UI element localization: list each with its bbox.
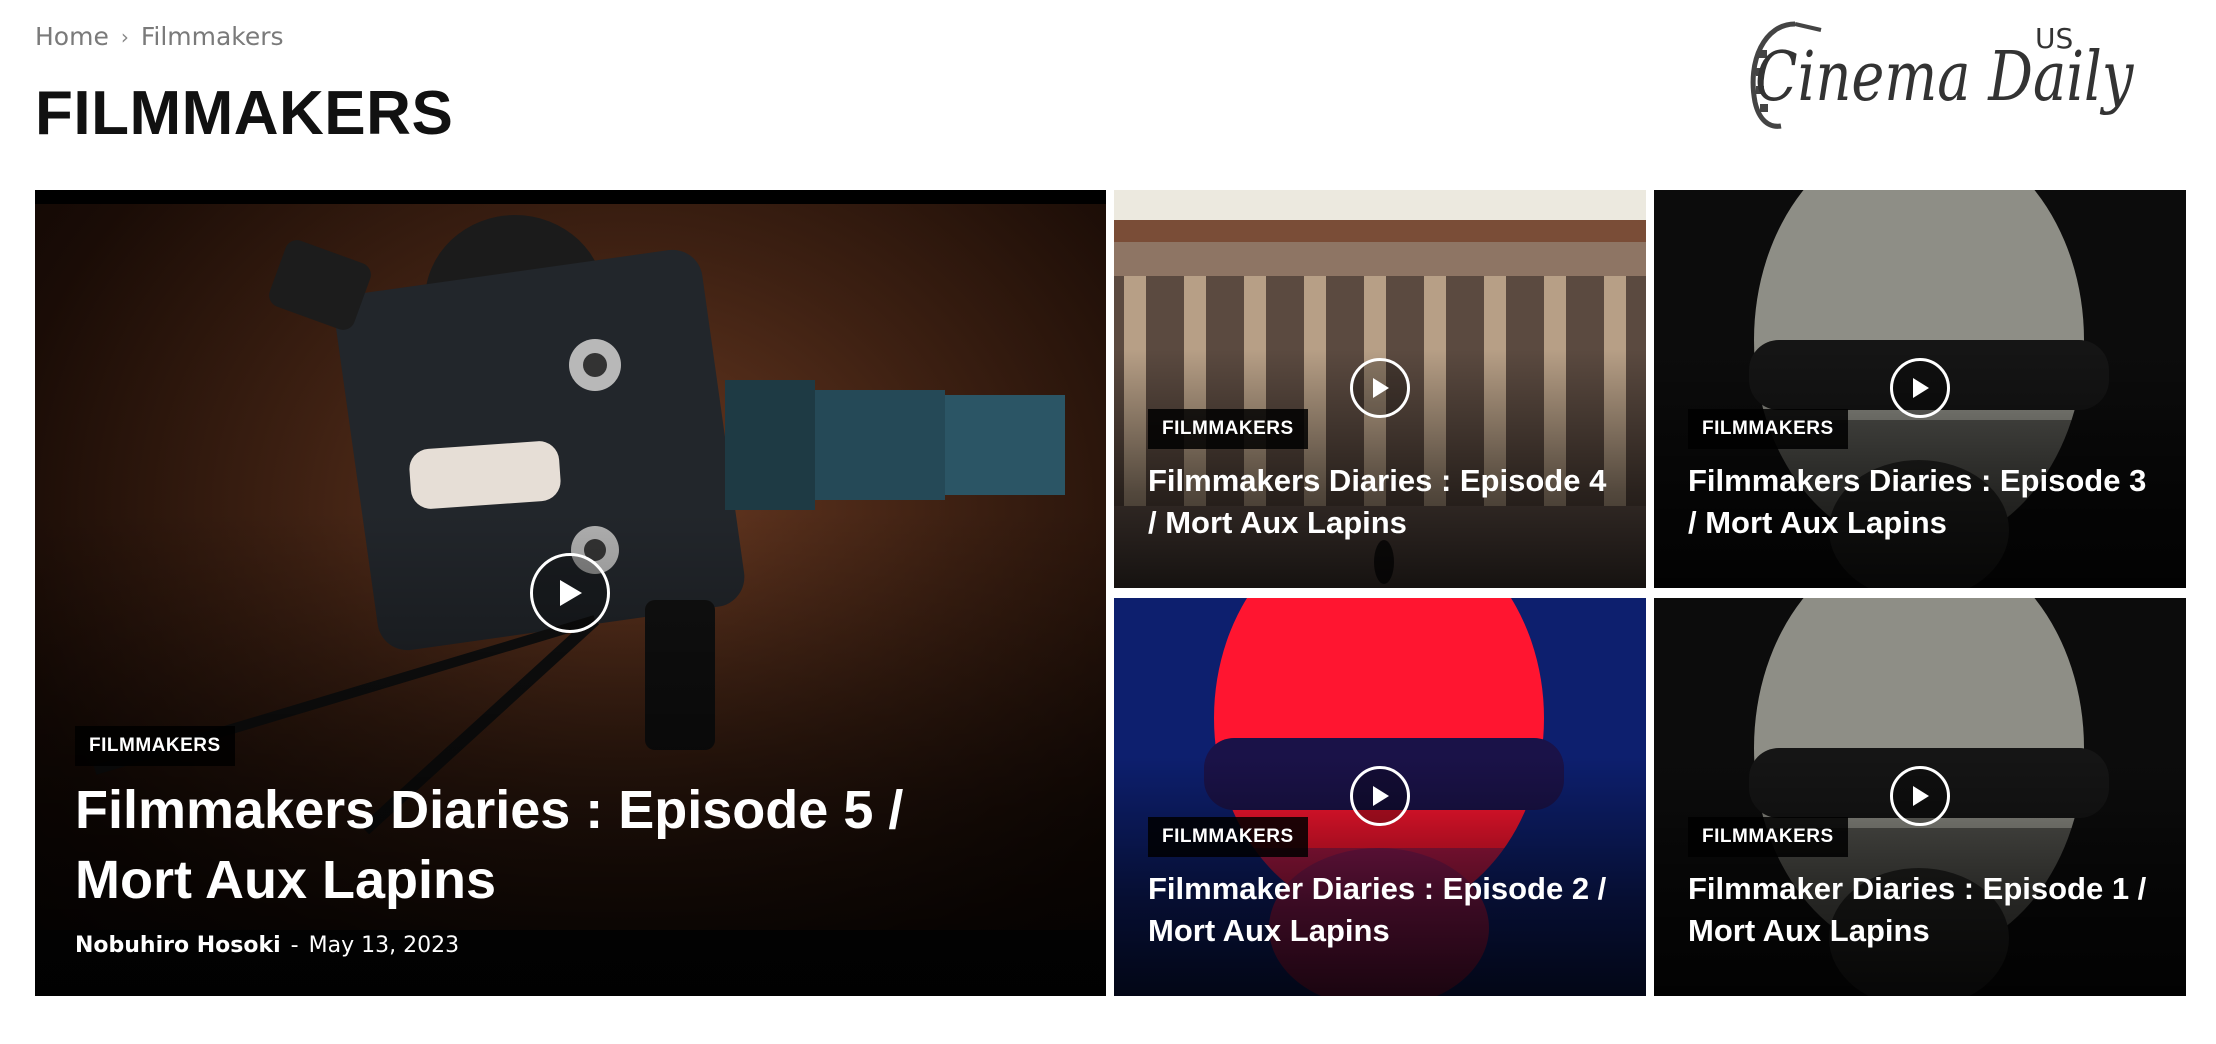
post-title[interactable]: Filmmakers Diaries : Episode 5 / Mort Au… xyxy=(75,775,1035,915)
page-title: FILMMAKERS xyxy=(35,79,454,148)
play-icon[interactable] xyxy=(1350,766,1410,826)
breadcrumb-current[interactable]: Filmmakers xyxy=(141,22,284,51)
play-icon[interactable] xyxy=(1350,358,1410,418)
post-author[interactable]: Nobuhiro Hosoki xyxy=(75,933,281,958)
featured-posts-grid: FILMMAKERS Filmmakers Diaries : Episode … xyxy=(35,190,2186,996)
site-logo[interactable]: Cinema Daily US xyxy=(1725,10,2133,160)
meta-separator: - xyxy=(290,933,299,958)
post-title[interactable]: Filmmaker Diaries : Episode 1 / Mort Aux… xyxy=(1688,868,2158,952)
category-badge[interactable]: FILMMAKERS xyxy=(1688,409,1848,449)
breadcrumb-home-link[interactable]: Home xyxy=(35,22,109,51)
play-icon[interactable] xyxy=(530,553,610,633)
featured-post-small[interactable]: FILMMAKERS Filmmaker Diaries : Episode 1… xyxy=(1654,598,2186,996)
featured-post-small[interactable]: FILMMAKERS Filmmakers Diaries : Episode … xyxy=(1114,190,1646,588)
post-title[interactable]: Filmmakers Diaries : Episode 4 / Mort Au… xyxy=(1148,460,1618,544)
category-badge[interactable]: FILMMAKERS xyxy=(75,726,235,766)
post-date: May 13, 2023 xyxy=(308,933,460,958)
category-badge[interactable]: FILMMAKERS xyxy=(1148,817,1308,857)
category-badge[interactable]: FILMMAKERS xyxy=(1688,817,1848,857)
featured-post-small[interactable]: FILMMAKERS Filmmakers Diaries : Episode … xyxy=(1654,190,2186,588)
category-badge[interactable]: FILMMAKERS xyxy=(1148,409,1308,449)
breadcrumb: Home › Filmmakers xyxy=(35,22,284,51)
logo-region: US xyxy=(2035,22,2074,55)
play-icon[interactable] xyxy=(1890,766,1950,826)
post-meta: Nobuhiro Hosoki - May 13, 2023 xyxy=(75,933,459,958)
post-title[interactable]: Filmmaker Diaries : Episode 2 / Mort Aux… xyxy=(1148,868,1618,952)
logo-text: Cinema Daily xyxy=(1755,38,2134,117)
post-title[interactable]: Filmmakers Diaries : Episode 3 / Mort Au… xyxy=(1688,460,2158,544)
breadcrumb-separator: › xyxy=(120,24,129,49)
featured-post-large[interactable]: FILMMAKERS Filmmakers Diaries : Episode … xyxy=(35,190,1106,996)
featured-post-small[interactable]: FILMMAKERS Filmmaker Diaries : Episode 2… xyxy=(1114,598,1646,996)
play-icon[interactable] xyxy=(1890,358,1950,418)
